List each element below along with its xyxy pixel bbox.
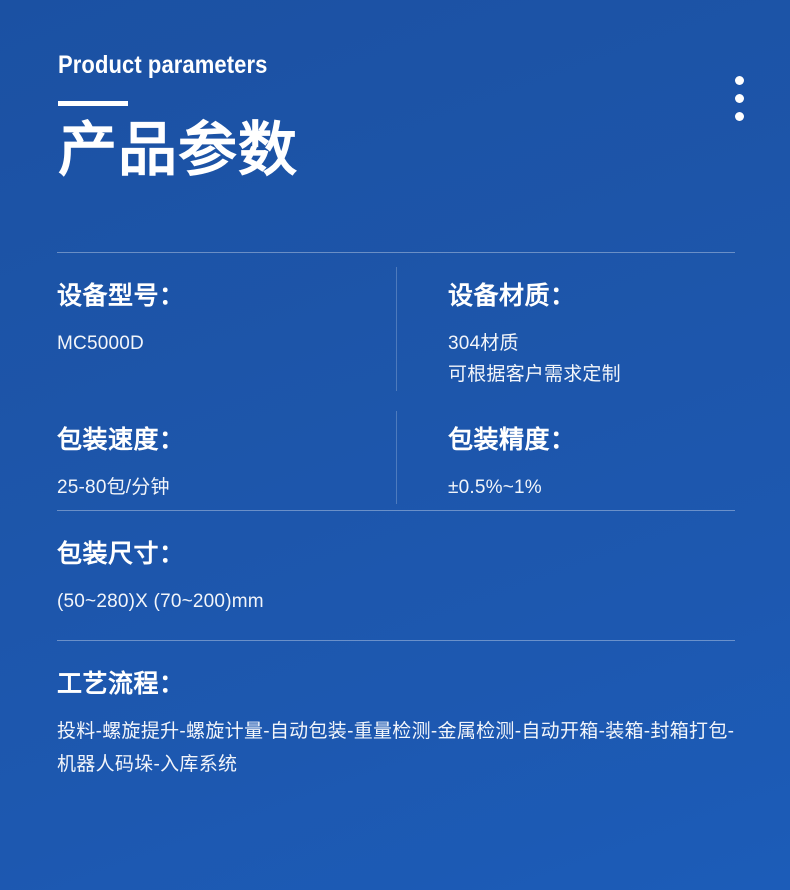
spec-value-line: 304材质	[448, 333, 519, 355]
kebab-dot-1	[735, 76, 744, 85]
page-header: Product parameters 产品参数	[58, 51, 748, 183]
spec-value-line: MC5000D	[57, 333, 144, 355]
kebab-dot-2	[735, 94, 744, 103]
spec-label-model: 设备型号：	[57, 282, 185, 310]
spec-cell-speed: 包装速度： 25-80包/分钟	[57, 397, 396, 510]
spec-value-model: MC5000D	[57, 329, 368, 360]
page-title-chinese: 产品参数	[58, 116, 299, 183]
spec-value-package-size: (50~280)X (70~200)mm	[57, 587, 735, 618]
spec-label-process-flow: 工艺流程：	[57, 669, 185, 698]
spec-value-accuracy: ±0.5%~1%	[448, 473, 735, 504]
spec-cell-material: 设备材质： 304材质 可根据客户需求定制	[396, 253, 735, 397]
column-divider-1	[396, 267, 397, 391]
spec-value-line: 可根据客户需求定制	[448, 364, 621, 386]
spec-value-speed: 25-80包/分钟	[57, 473, 368, 504]
spec-label-material: 设备材质：	[448, 282, 576, 310]
product-parameters-page: Product parameters 产品参数 设备型号： MC5000D 设备…	[0, 0, 790, 890]
spec-value-process-flow: 投料-螺旋提升-螺旋计量-自动包装-重量检测-金属检测-自动开箱-装箱-封箱打包…	[57, 721, 735, 775]
spec-value-line: 25-80包/分钟	[57, 477, 170, 499]
spec-label-speed: 包装速度：	[57, 425, 185, 454]
spec-cell-process-flow: 工艺流程： 投料-螺旋提升-螺旋计量-自动包装-重量检测-金属检测-自动开箱-装…	[57, 641, 735, 804]
spec-cell-accuracy: 包装精度： ±0.5%~1%	[396, 397, 735, 510]
specifications-section: 设备型号： MC5000D 设备材质： 304材质 可根据客户需求定制 包装速度…	[57, 252, 735, 803]
kebab-dot-3	[735, 112, 744, 121]
kebab-menu-icon[interactable]	[735, 76, 744, 121]
spec-value-line: (50~280)X (70~200)mm	[57, 591, 264, 613]
column-divider-2	[396, 410, 397, 504]
spec-label-accuracy: 包装精度：	[448, 425, 576, 454]
spec-value-line: ±0.5%~1%	[448, 477, 542, 499]
spec-cell-package-size: 包装尺寸： (50~280)X (70~200)mm	[57, 511, 735, 640]
spec-cell-model: 设备型号： MC5000D	[57, 253, 396, 397]
spec-label-package-size: 包装尺寸：	[57, 539, 185, 568]
page-title-english: Product parameters	[58, 51, 268, 79]
title-underline-rule	[58, 100, 128, 106]
spec-row-2: 包装速度： 25-80包/分钟 包装精度： ±0.5%~1%	[57, 397, 735, 510]
spec-row-1: 设备型号： MC5000D 设备材质： 304材质 可根据客户需求定制	[57, 253, 735, 397]
spec-value-material: 304材质 可根据客户需求定制	[448, 329, 735, 391]
